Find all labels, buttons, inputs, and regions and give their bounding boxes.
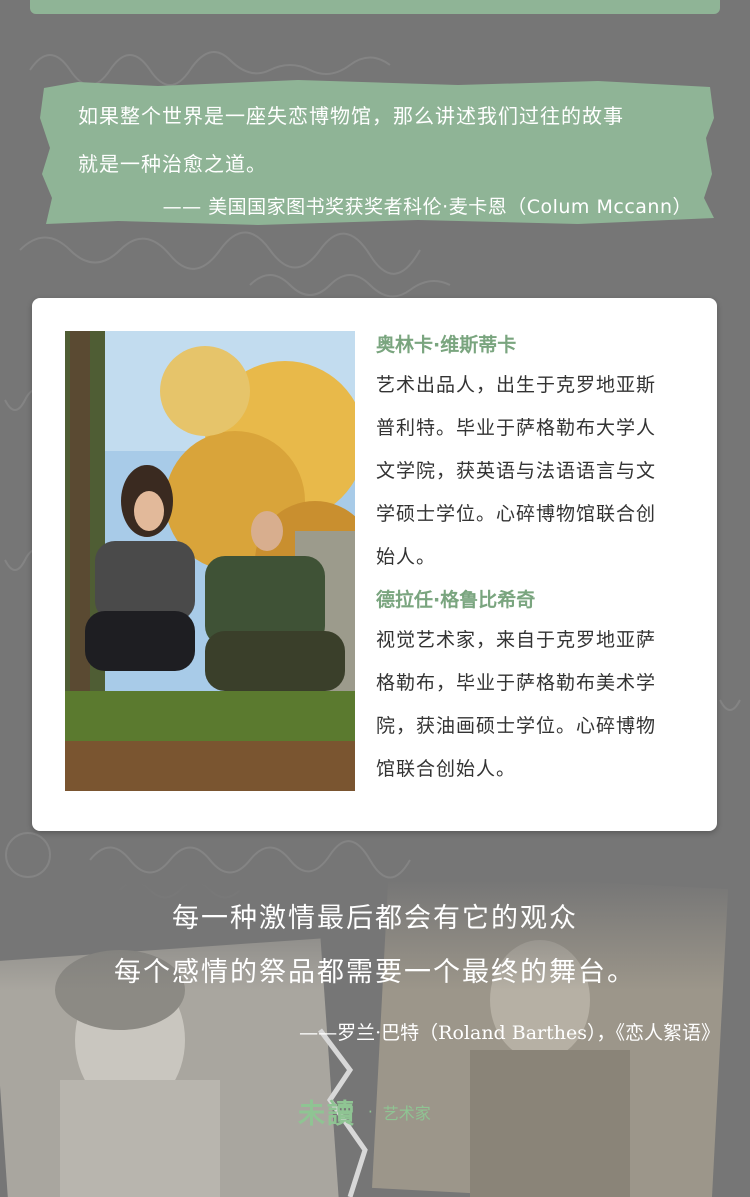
closing-quote-line-2: 每个感情的祭品都需要一个最终的舞台。 (114, 957, 636, 988)
profile-card: 奥林卡·维斯蒂卡 艺术出品人，出生于克罗地亚斯 普利特。毕业于萨格勒布大学人 文… (32, 298, 717, 831)
quote-attribution: —— 美国国家图书奖获奖者科伦·麦卡恩（Colum Mccann） (162, 196, 692, 218)
profiles-text: 奥林卡·维斯蒂卡 艺术出品人，出生于克罗地亚斯 普利特。毕业于萨格勒布大学人 文… (376, 330, 694, 791)
bio-line: 始人。 (376, 546, 437, 568)
quote-line-1: 如果整个世界是一座失恋博物馆，那么讲述我们过往的故事 (78, 104, 624, 128)
brand-separator: · (368, 1102, 373, 1121)
bio-line: 文学院，获英语与法语语言与文 (376, 460, 657, 482)
closing-quote-line-1: 每一种激情最后都会有它的观众 (172, 903, 578, 934)
profile-bio: 艺术出品人，出生于克罗地亚斯 普利特。毕业于萨格勒布大学人 文学院，获英语与法语… (376, 364, 694, 579)
brand-logo: 未讀 (298, 1099, 356, 1130)
publisher-brand: 未讀 · 艺术家 (298, 1092, 431, 1131)
brand-tagline: 艺术家 (382, 1103, 431, 1123)
founders-photo (65, 331, 355, 791)
bio-line: 学硕士学位。心碎博物馆联合创 (376, 503, 657, 525)
profile-bio: 视觉艺术家，来自于克罗地亚萨 格勒布，毕业于萨格勒布美术学 院，获油画硕士学位。… (376, 619, 694, 791)
quote-banner: 如果整个世界是一座失恋博物馆，那么讲述我们过往的故事 就是一种治愈之道。 —— … (38, 78, 718, 228)
quote-line-2: 就是一种治愈之道。 (78, 152, 267, 176)
top-banner-strip (30, 0, 720, 14)
bio-line: 院，获油画硕士学位。心碎博物 (376, 715, 657, 737)
bio-line: 艺术出品人，出生于克罗地亚斯 (376, 374, 657, 396)
bio-line: 馆联合创始人。 (376, 758, 517, 780)
closing-quote-attribution: ——罗兰·巴特（Roland Barthes），《恋人絮语》 (299, 1022, 720, 1044)
profile-name: 奥林卡·维斯蒂卡 (376, 334, 517, 356)
bio-line: 普利特。毕业于萨格勒布大学人 (376, 417, 657, 439)
bio-line: 视觉艺术家，来自于克罗地亚萨 (376, 629, 657, 651)
bio-line: 格勒布，毕业于萨格勒布美术学 (376, 672, 657, 694)
profile-name: 德拉任·格鲁比希奇 (376, 589, 536, 611)
